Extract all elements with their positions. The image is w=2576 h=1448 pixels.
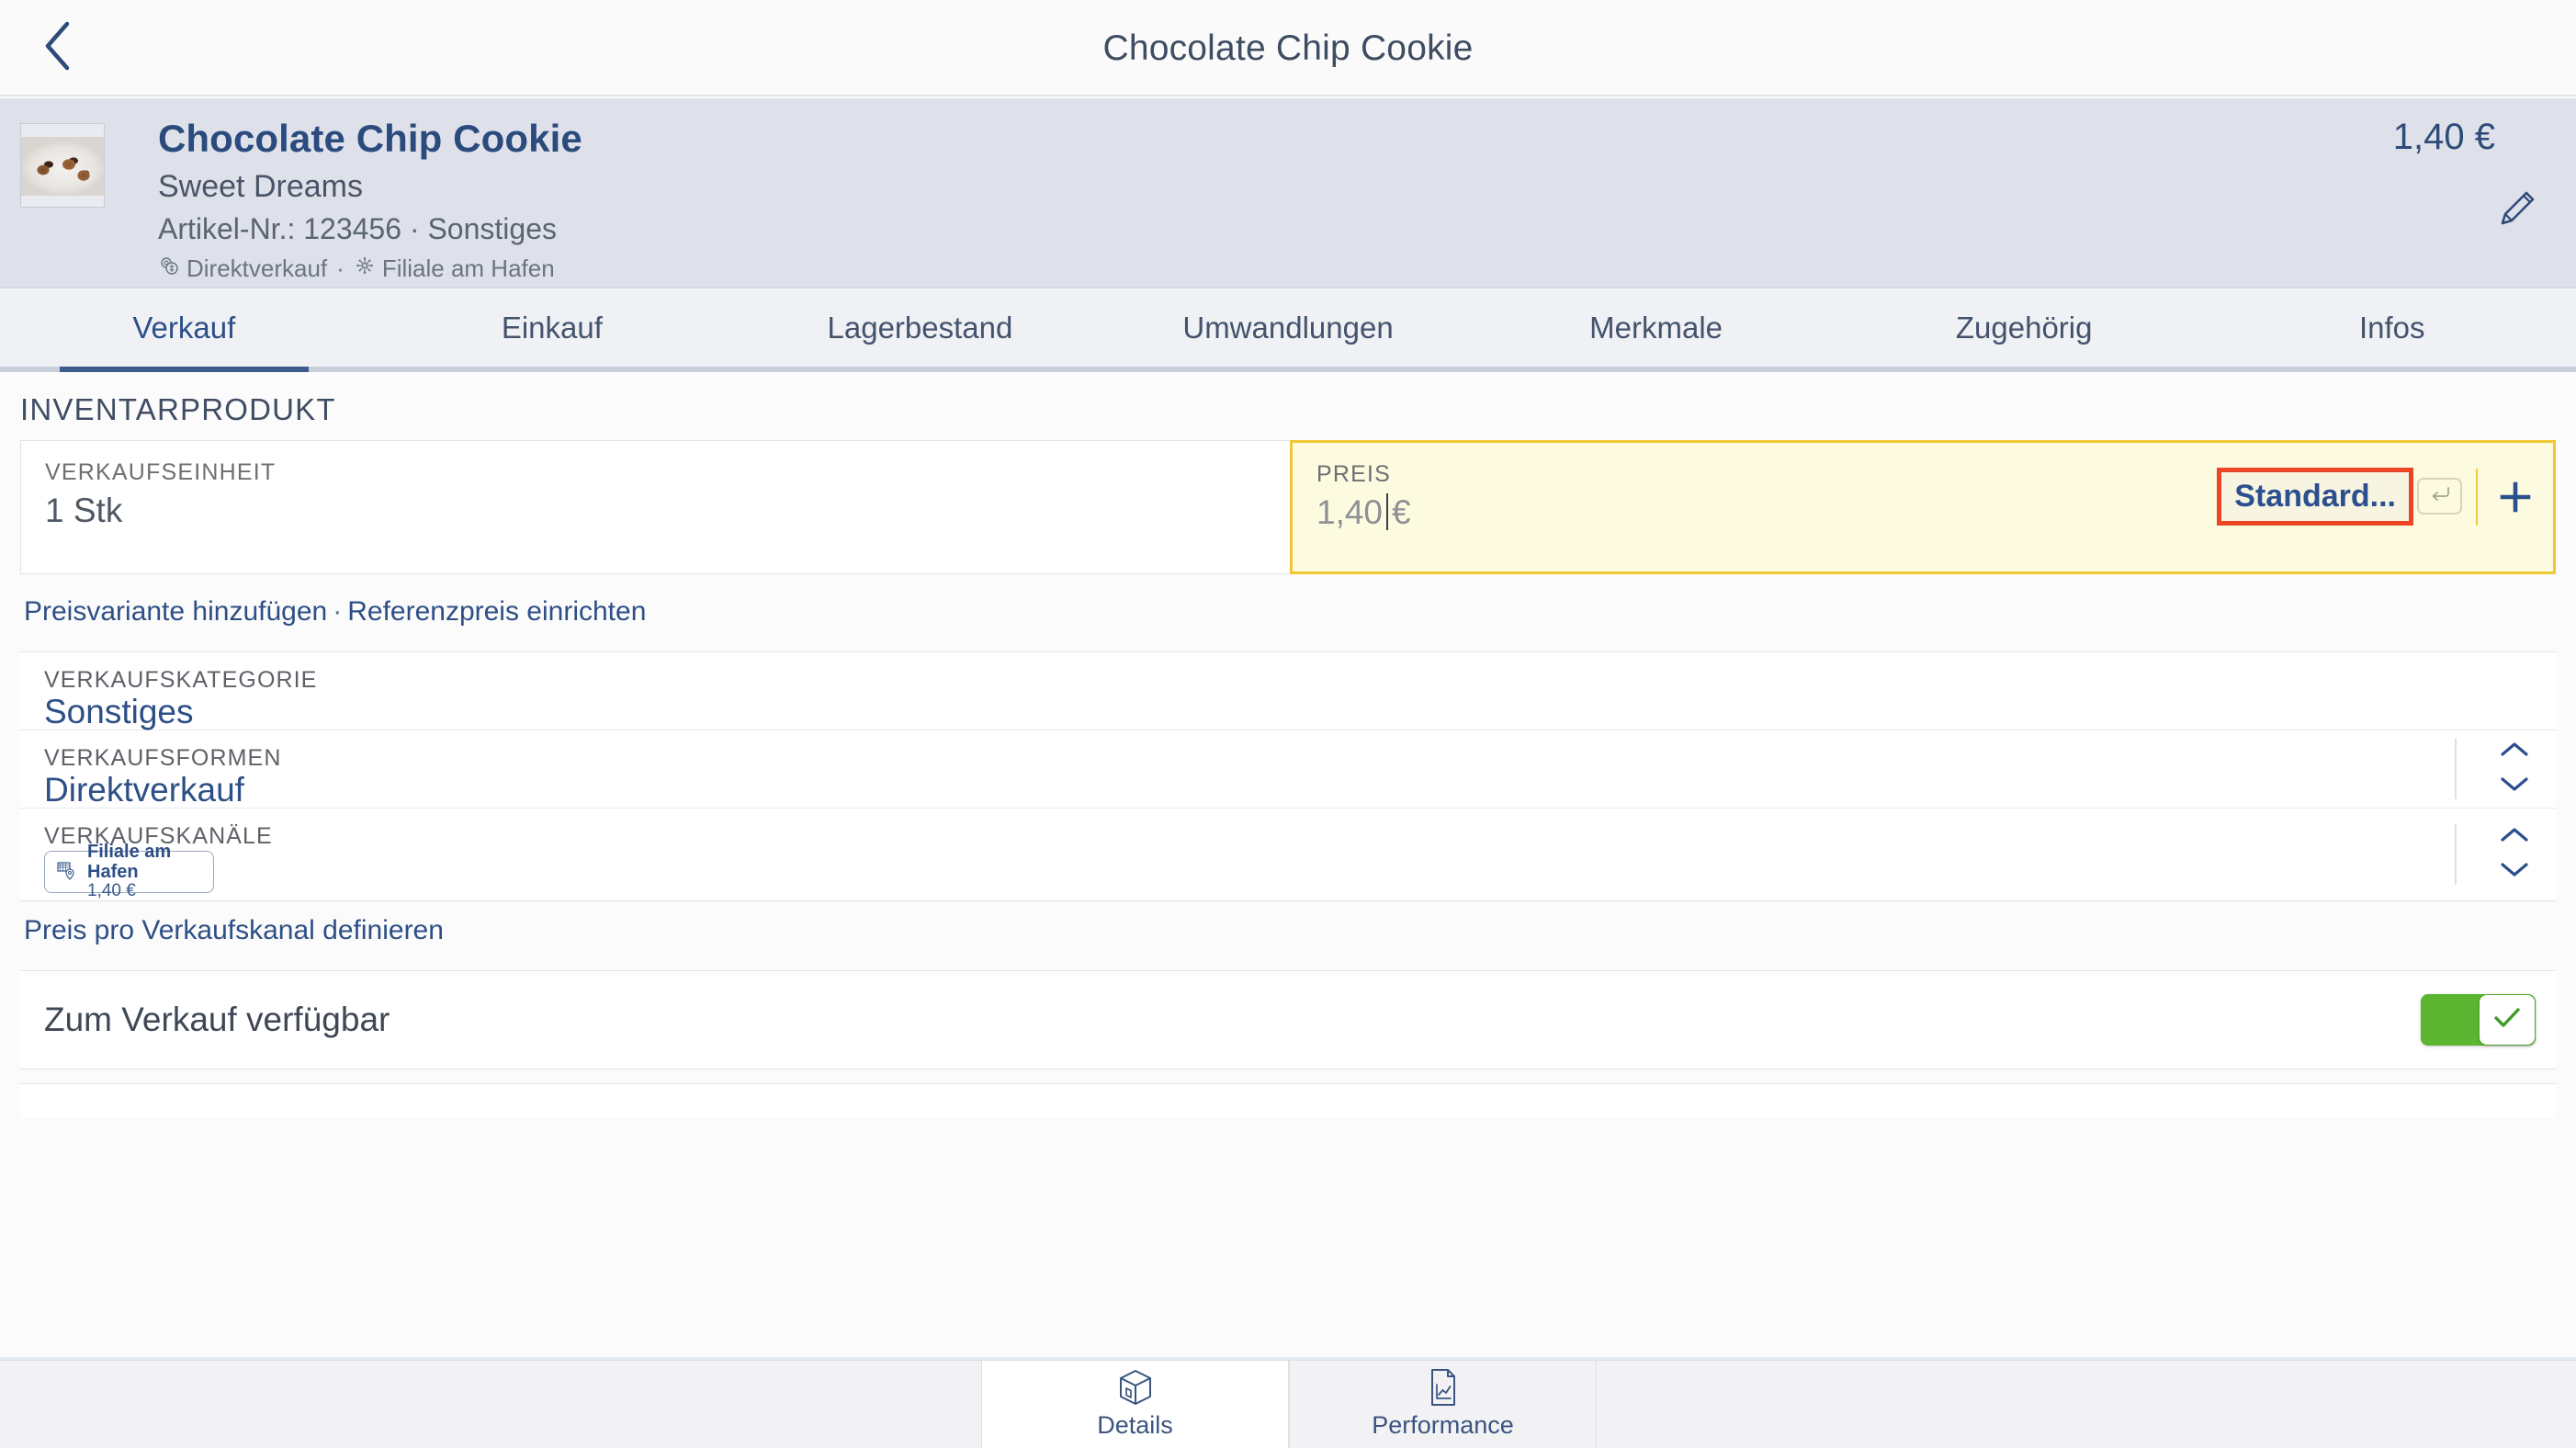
price-value: 1,40 — [1316, 493, 1384, 531]
sales-form-icon — [158, 255, 180, 283]
sales-channel-chip[interactable]: Filiale am Hafen 1,40 € — [44, 842, 214, 900]
sales-category-label: VERKAUFSKATEGORIE — [44, 667, 318, 693]
availability-card: Zum Verkauf verfügbar — [20, 970, 2556, 1069]
price-label: PREIS — [1316, 461, 1392, 487]
chevron-up-icon[interactable] — [2499, 741, 2530, 764]
standard-button[interactable]: Standard... — [2217, 468, 2413, 526]
sales-category-row[interactable]: VERKAUFSKATEGORIE Sonstiges — [20, 652, 2556, 730]
top-bar: Chocolate Chip Cookie — [0, 0, 2576, 96]
chevron-down-icon[interactable] — [2499, 775, 2530, 798]
availability-toggle[interactable] — [2421, 994, 2536, 1046]
next-card-partial — [20, 1083, 2556, 1118]
branch-label: Filiale am Hafen — [381, 255, 555, 282]
price-links: Preisvariante hinzufügen · Referenzpreis e… — [24, 596, 646, 628]
product-price: 1,40 € — [2392, 117, 2495, 157]
chevron-up-icon[interactable] — [2499, 826, 2530, 849]
chip-channel-price: 1,40 € — [87, 881, 136, 901]
tab-label: Umwandlungen — [1182, 311, 1394, 345]
tab-infos[interactable]: Infos — [2208, 289, 2576, 367]
sales-forms-label: VERKAUFSFORMEN — [44, 745, 282, 771]
tab-label: Merkmale — [1589, 311, 1723, 345]
bottom-nav-label: Details — [1097, 1411, 1173, 1439]
sales-settings-card: VERKAUFSKATEGORIE Sonstiges VERKAUFSFORM… — [20, 651, 2556, 901]
sales-unit-value: 1 Stk — [45, 492, 123, 529]
add-price-variant-link[interactable]: Preisvariante hinzufügen — [24, 596, 327, 627]
page-title: Chocolate Chip Cookie — [1102, 28, 1474, 68]
box-3d-icon — [1116, 1369, 1155, 1408]
chevron-down-icon[interactable] — [2499, 860, 2530, 883]
chip-channel-name: Filiale am Hafen — [87, 842, 172, 882]
bottom-nav-item-performance[interactable]: Performance — [1289, 1361, 1597, 1448]
bottom-nav-item-details[interactable]: Details — [981, 1361, 1289, 1448]
tab-active-underline — [60, 367, 309, 372]
tab-label: Einkauf — [501, 311, 603, 345]
sales-forms-row[interactable]: VERKAUFSFORMEN Direktverkauf — [20, 730, 2556, 809]
price-actions-divider — [2476, 469, 2478, 526]
availability-label: Zum Verkauf verfügbar — [44, 1001, 390, 1038]
price-field-container[interactable]: PREIS 1,40 € Standard... — [1290, 440, 2556, 574]
tab-zugehoerig[interactable]: Zugehörig — [1840, 289, 2209, 367]
tab-label: Lagerbestand — [827, 311, 1013, 345]
sales-form-label: Direktverkauf — [186, 255, 328, 282]
tab-label: Verkauf — [132, 311, 236, 345]
document-chart-icon — [1426, 1369, 1461, 1408]
tab-einkauf[interactable]: Einkauf — [368, 289, 737, 367]
sales-unit-field[interactable]: VERKAUFSEINHEIT 1 Stk — [20, 440, 1290, 574]
edit-button[interactable] — [2490, 183, 2545, 238]
main-content: INVENTARPRODUKT VERKAUFSEINHEIT 1 Stk PR… — [0, 378, 2576, 1360]
tab-merkmale[interactable]: Merkmale — [1472, 289, 1840, 367]
branch-icon — [354, 255, 376, 283]
tab-label: Infos — [2358, 311, 2425, 345]
sales-category-value[interactable]: Sonstiges — [44, 693, 194, 731]
store-pin-icon — [56, 859, 76, 886]
bottom-nav-spacer — [0, 1361, 981, 1448]
sales-forms-stepper-divider — [2455, 739, 2457, 799]
reference-price-link[interactable]: Referenzpreis einrichten — [347, 596, 646, 627]
tab-label: Zugehörig — [1955, 311, 2093, 345]
product-name[interactable]: Chocolate Chip Cookie — [158, 117, 582, 161]
section-title: INVENTARPRODUKT — [20, 392, 336, 426]
price-input[interactable]: 1,40 € — [1316, 493, 1411, 532]
cookie-photo — [21, 137, 104, 196]
tab-umwandlungen[interactable]: Umwandlungen — [1104, 289, 1473, 367]
product-header-panel: Chocolate Chip Cookie Sweet Dreams Artik… — [0, 98, 2576, 288]
enter-key-button[interactable] — [2417, 478, 2462, 515]
bottom-nav-label: Performance — [1372, 1411, 1514, 1439]
sales-forms-value[interactable]: Direktverkauf — [44, 771, 244, 809]
pencil-icon — [2493, 185, 2541, 237]
text-cursor — [1386, 493, 1389, 530]
sales-unit-label: VERKAUFSEINHEIT — [45, 459, 277, 485]
product-thumbnail[interactable] — [20, 123, 105, 208]
channel-price-link[interactable]: Preis pro Verkaufskanal definieren — [24, 915, 444, 946]
unit-price-row: VERKAUFSEINHEIT 1 Stk PREIS 1,40 € Standa… — [20, 440, 2556, 576]
check-icon — [2491, 1004, 2524, 1036]
bottom-nav: Details Performance — [0, 1360, 2576, 1448]
tab-lagerbestand[interactable]: Lagerbestand — [736, 289, 1104, 367]
product-vendor: Sweet Dreams — [158, 169, 363, 204]
tab-verkauf[interactable]: Verkauf — [0, 289, 368, 372]
product-channel-line: Direktverkauf · Filiale am Hafen — [158, 255, 555, 283]
sales-channels-row[interactable]: VERKAUFSKANÄLE Filiale am Hafen 1,40 € — [20, 809, 2556, 900]
toggle-knob — [2480, 995, 2535, 1045]
add-price-button[interactable] — [2494, 478, 2536, 520]
sales-channels-stepper[interactable] — [2493, 826, 2536, 883]
sales-forms-stepper[interactable] — [2493, 741, 2536, 798]
plus-icon — [2496, 478, 2535, 521]
channel-separator: · — [336, 255, 345, 282]
sales-channels-stepper-divider — [2455, 824, 2457, 885]
enter-return-icon — [2428, 484, 2452, 509]
price-links-separator: · — [333, 596, 343, 627]
tab-bar: Verkauf Einkauf Lagerbestand Umwandlunge… — [0, 289, 2576, 372]
product-meta: Artikel-Nr.: 123456 · Sonstiges — [158, 212, 557, 245]
price-currency: € — [1392, 493, 1411, 531]
